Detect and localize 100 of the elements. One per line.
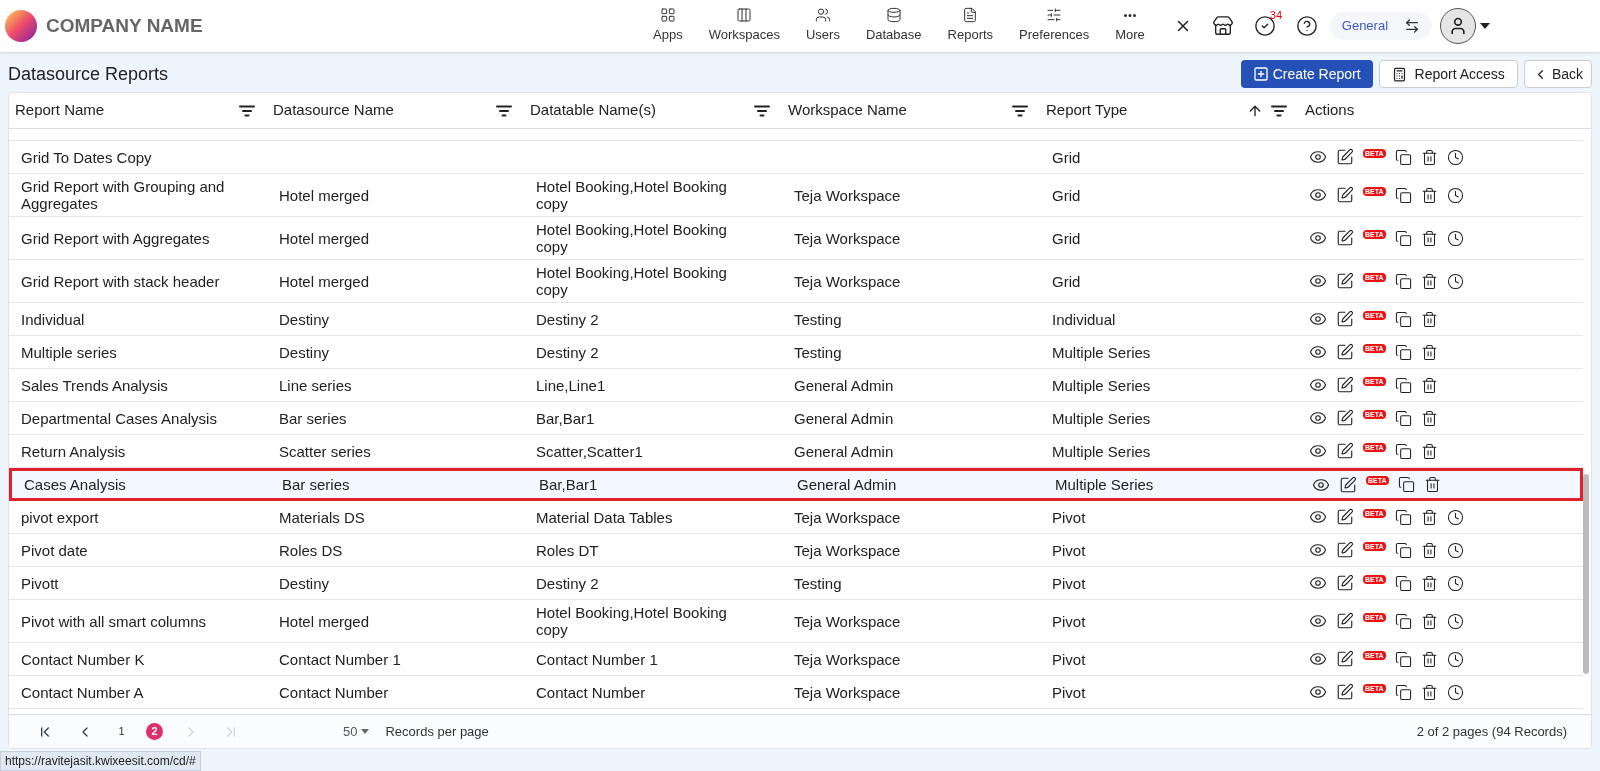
edit-icon[interactable] [1336,376,1354,394]
edit-icon[interactable] [1336,612,1354,630]
store-icon[interactable] [1211,15,1234,37]
view-icon[interactable] [1309,229,1327,247]
edit-icon[interactable] [1336,148,1354,166]
history-icon[interactable] [1446,683,1464,701]
copy-icon[interactable] [1394,409,1412,427]
copy-icon[interactable] [1394,541,1412,559]
copy-icon[interactable] [1394,442,1412,460]
history-icon[interactable] [1446,272,1464,290]
copy-icon[interactable] [1394,310,1412,328]
nav-item[interactable]: Database [852,0,935,52]
filter-icon[interactable] [754,104,770,117]
delete-icon[interactable] [1420,272,1438,290]
copy-icon[interactable] [1394,376,1412,394]
delete-icon[interactable] [1420,310,1438,328]
delete-icon[interactable] [1420,229,1438,247]
filter-icon[interactable] [496,104,512,117]
edit-icon[interactable] [1336,508,1354,526]
caret-icon [361,729,370,734]
view-icon[interactable] [1309,376,1327,394]
caret-icon[interactable] [1480,23,1491,29]
view-icon[interactable] [1309,409,1327,427]
nav-item[interactable]: Apps [640,0,696,52]
copy-icon[interactable] [1394,650,1412,668]
copy-icon[interactable] [1394,343,1412,361]
workspace-switcher[interactable]: General [1329,12,1433,40]
view-icon[interactable] [1309,442,1327,460]
history-icon[interactable] [1446,541,1464,559]
report-access-button[interactable]: Report Access [1378,60,1518,88]
page-number-button[interactable]: 1 [113,723,130,740]
edit-icon[interactable] [1339,475,1357,494]
edit-icon[interactable] [1336,650,1354,668]
nav-item[interactable]: Workspaces [695,0,793,52]
more-icon [1124,13,1136,17]
copy-icon[interactable] [1394,508,1412,526]
view-icon[interactable] [1309,541,1327,559]
page-number-button[interactable]: 2 [146,723,163,740]
delete-icon[interactable] [1420,186,1438,204]
view-icon[interactable] [1309,650,1327,668]
help-icon[interactable] [1295,15,1318,37]
delete-icon[interactable] [1420,574,1438,592]
edit-icon[interactable] [1336,272,1354,290]
delete-icon[interactable] [1420,683,1438,701]
back-button[interactable]: Back [1523,60,1592,88]
edit-icon[interactable] [1336,186,1354,204]
edit-icon[interactable] [1336,574,1354,592]
table-cell-text: Hotel Booking,Hotel Booking copy [536,221,728,255]
history-icon[interactable] [1446,229,1464,247]
copy-icon[interactable] [1394,574,1412,592]
history-icon[interactable] [1446,508,1464,526]
delete-icon[interactable] [1420,612,1438,630]
filter-icon[interactable] [1012,104,1028,117]
history-icon[interactable] [1446,612,1464,630]
copy-icon[interactable] [1394,148,1412,166]
view-icon[interactable] [1309,272,1327,290]
view-icon[interactable] [1309,508,1327,526]
edit-icon[interactable] [1336,409,1354,427]
avatar-icon[interactable] [1440,8,1477,44]
view-icon[interactable] [1309,343,1327,361]
delete-icon[interactable] [1420,442,1438,460]
delete-icon[interactable] [1420,343,1438,361]
view-icon[interactable] [1309,186,1327,204]
copy-icon[interactable] [1394,612,1412,630]
filter-icon[interactable] [239,104,255,117]
delete-icon[interactable] [1420,508,1438,526]
edit-icon[interactable] [1336,229,1354,247]
delete-icon[interactable] [1420,650,1438,668]
nav-item[interactable]: Reports [934,0,1007,52]
edit-icon[interactable] [1336,343,1354,361]
copy-icon[interactable] [1394,186,1412,204]
page-size-select[interactable]: 50 [343,721,370,742]
edit-icon[interactable] [1336,442,1354,460]
history-icon[interactable] [1446,186,1464,204]
history-icon[interactable] [1446,574,1464,592]
delete-icon[interactable] [1420,148,1438,166]
nav-item[interactable]: Users [792,0,853,52]
history-icon[interactable] [1446,650,1464,668]
view-icon[interactable] [1309,683,1327,701]
copy-icon[interactable] [1394,683,1412,701]
copy-icon[interactable] [1394,229,1412,247]
nav-item[interactable]: Preferences [1006,0,1103,52]
history-icon[interactable] [1446,148,1464,166]
scrollbar-thumb[interactable] [1583,474,1589,674]
create-report-button[interactable]: Create Report [1240,60,1373,88]
delete-icon[interactable] [1420,376,1438,394]
delete-icon[interactable] [1423,476,1441,493]
copy-icon[interactable] [1394,272,1412,290]
delete-icon[interactable] [1420,541,1438,559]
edit-icon[interactable] [1336,683,1354,701]
view-icon[interactable] [1309,574,1327,592]
delete-icon[interactable] [1420,409,1438,427]
edit-icon[interactable] [1336,310,1354,328]
view-icon[interactable] [1309,148,1327,166]
nav-item[interactable]: More [1102,0,1158,52]
copy-icon[interactable] [1397,476,1415,493]
view-icon[interactable] [1309,310,1327,328]
filter-icon[interactable] [1271,104,1287,117]
edit-icon[interactable] [1336,541,1354,559]
view-icon[interactable] [1309,612,1327,630]
